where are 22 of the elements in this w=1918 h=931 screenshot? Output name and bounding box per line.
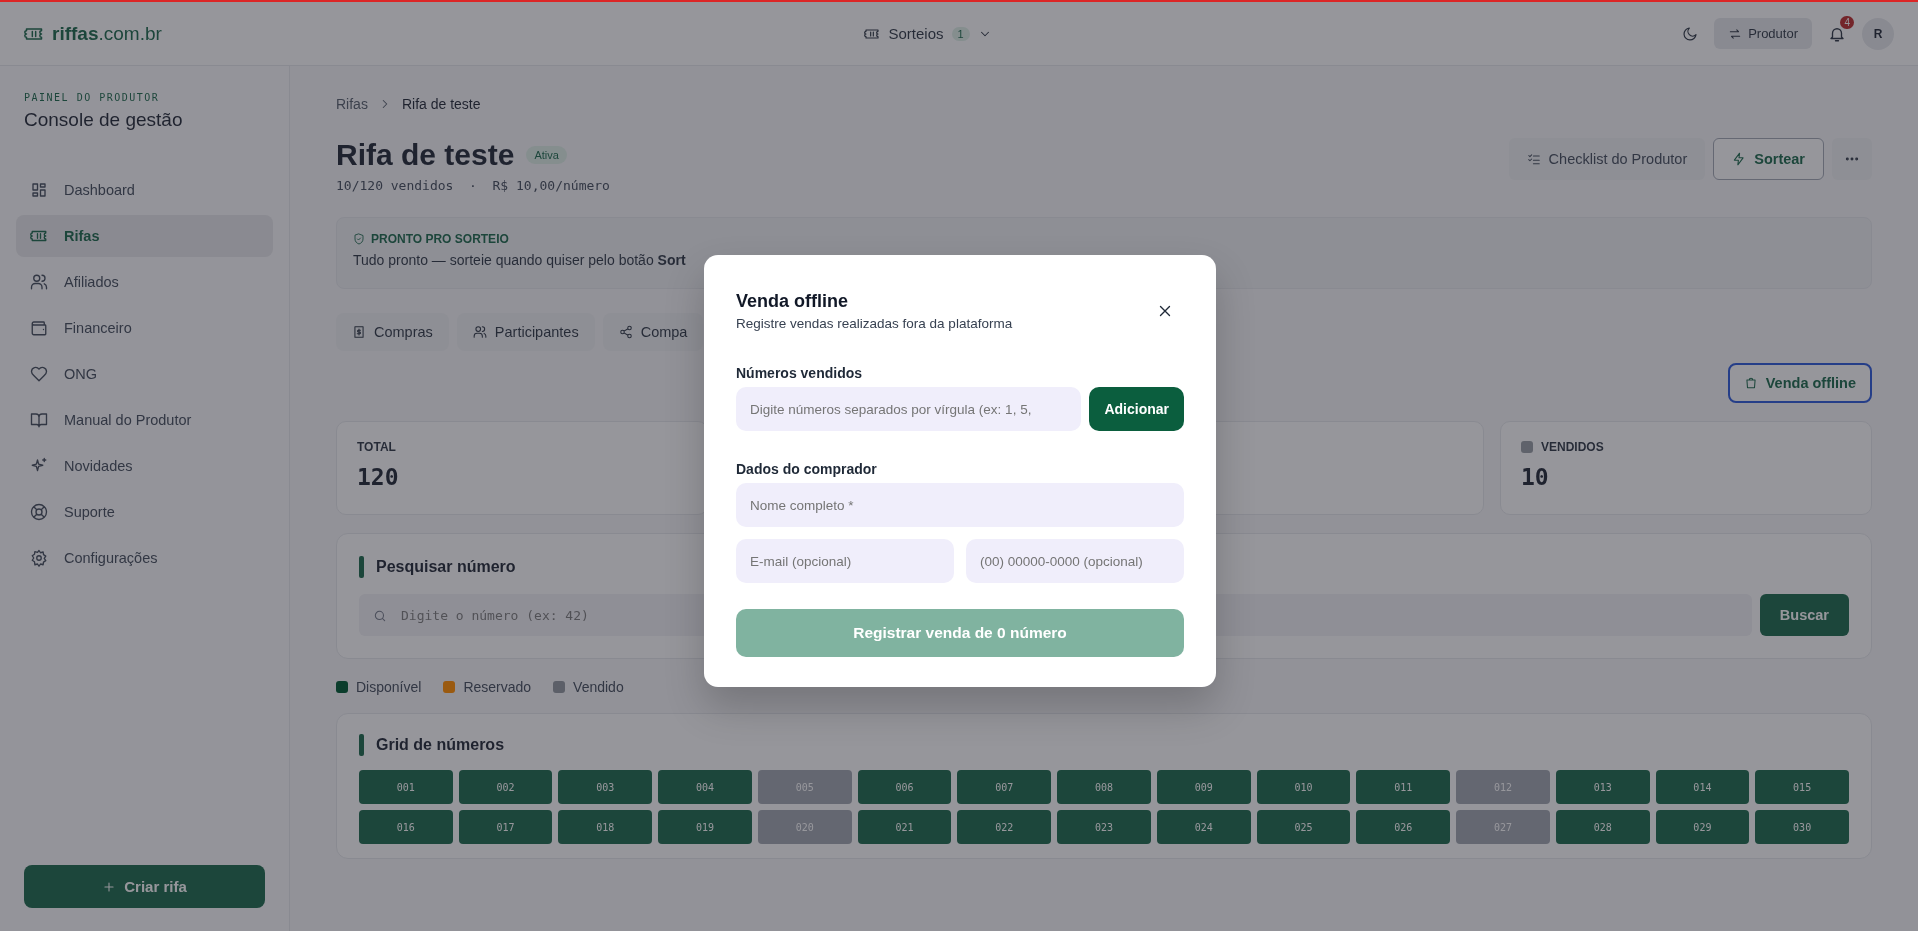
field-label: Números vendidos [736,365,864,381]
grid-title: Grid de números [376,736,505,754]
field-label: Dados do comprador [736,461,878,477]
sidebar-title: Console de gestão [23,109,184,131]
dialog-subtitle: Registre vendas realizadas fora da plataforma [736,316,1013,331]
legend-label: Vendido [573,679,624,695]
banner-text: Tudo pronto — sorteie quando quiser pelo botão Sort [353,252,687,268]
notification-badge: 4 [1840,15,1854,29]
stat-label: TOTAL [357,440,396,454]
status-badge: Ativa [526,146,567,164]
search-title: Pesquisar número [376,558,516,576]
stat-value: 10 [1521,464,1550,490]
stat-label: VENDIDOS [1541,440,1604,454]
banner-title: PRONTO PRO SORTEIO [371,232,509,246]
stat-value: 120 [357,464,400,490]
page-title: Rifa de teste [336,138,515,172]
raffle-summary: 10/120 vendidos · R$ 10,00/número [336,178,610,193]
legend-label: Disponível [356,679,422,695]
sidebar-eyebrow: PAINEL DO PRODUTOR [23,92,161,103]
legend-label: Reservado [463,679,532,695]
breadcrumb-current: Rifa de teste [401,96,481,112]
dialog-title: Venda offline [736,291,850,312]
